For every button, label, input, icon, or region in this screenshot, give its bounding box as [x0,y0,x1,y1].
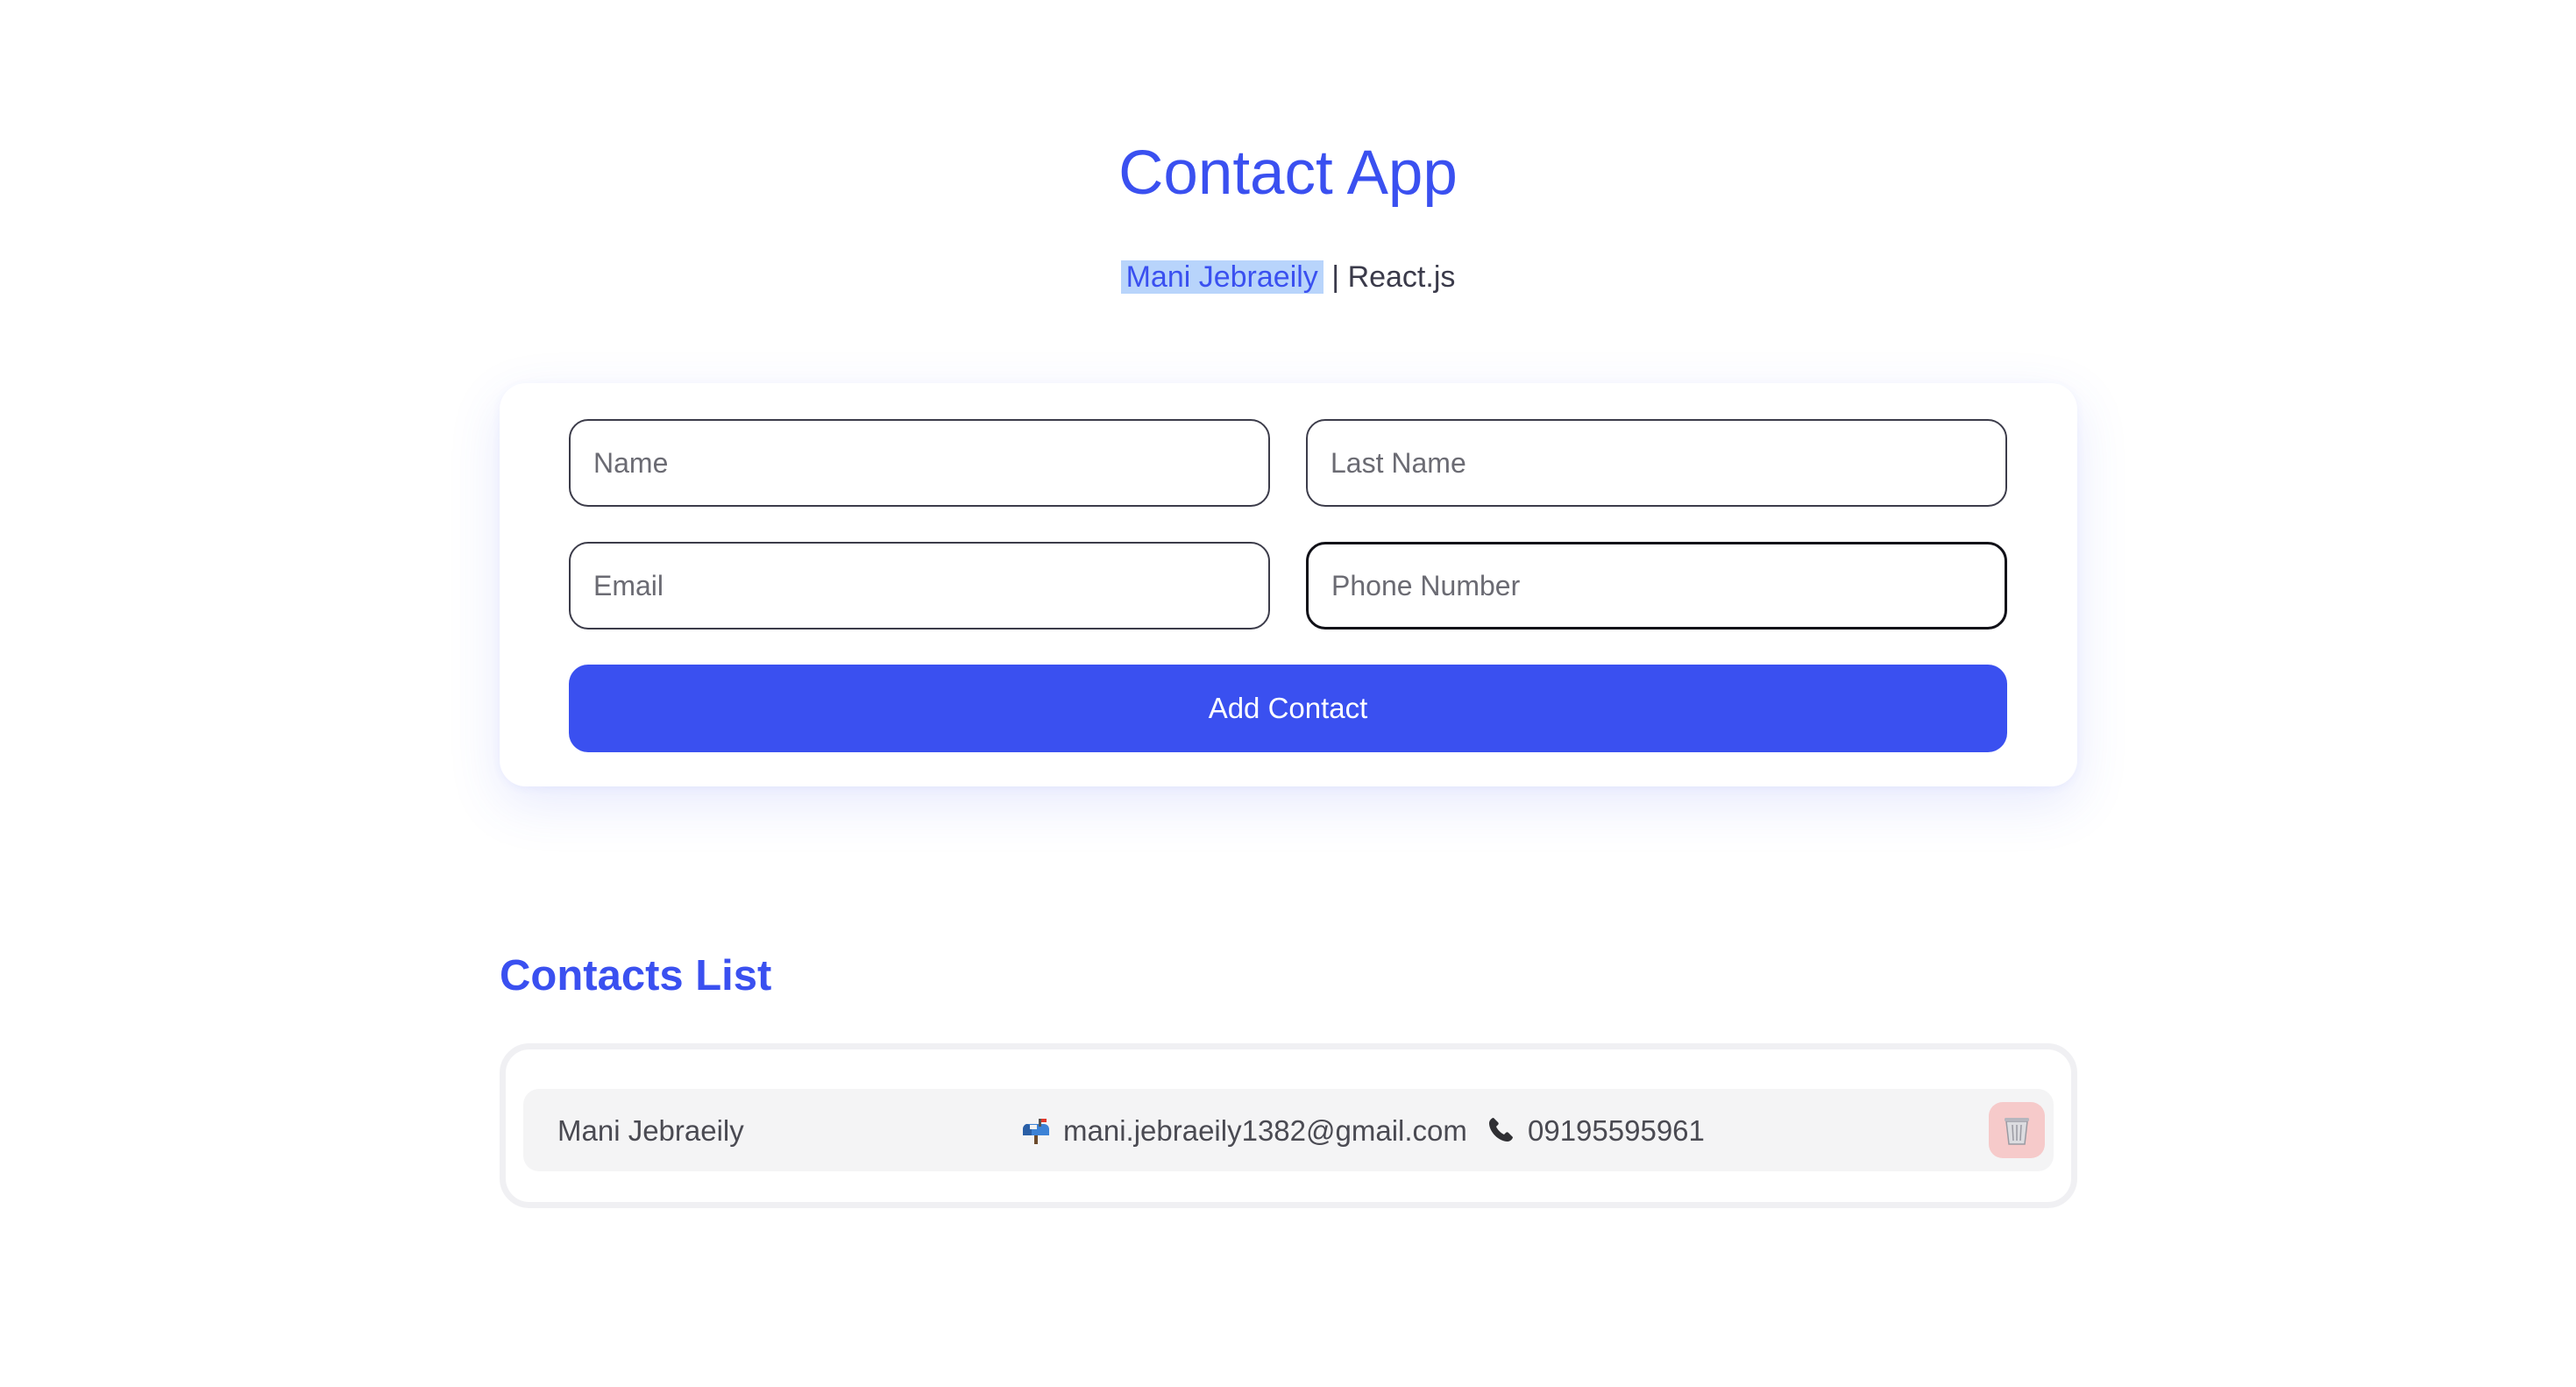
contact-phone: 09195595961 [1528,1114,1705,1147]
contact-app: Contact App Mani Jebraeily | React.js Ad… [0,0,2576,1387]
page-title: Contact App [1118,139,1458,208]
subtitle-separator: | [1331,260,1340,294]
contacts-list-heading: Contacts List [500,952,772,999]
tech-label: React.js [1347,260,1456,294]
last-name-input[interactable] [1306,419,2007,507]
name-input[interactable] [569,419,1270,507]
trash-icon [2005,1118,2029,1145]
add-contact-button[interactable]: Add Contact [569,665,2007,752]
delete-contact-button[interactable] [1989,1102,2045,1158]
email-input[interactable] [569,542,1270,629]
contact-item: Mani Jebraeily mani.jebraeily1382@gmail.… [523,1089,2054,1171]
phone-icon [1489,1118,1513,1142]
contacts-list: Mani Jebraeily mani.jebraeily1382@gmail.… [500,1043,2077,1208]
contact-form: Add Contact [500,383,2077,786]
contact-email: mani.jebraeily1382@gmail.com [1063,1114,1467,1147]
contact-name: Mani Jebraeily [557,1114,744,1147]
mailbox-icon [1023,1119,1049,1144]
author-name: Mani Jebraeily [1120,260,1323,294]
subtitle: Mani Jebraeily | React.js [0,260,2576,295]
phone-number-input[interactable] [1306,542,2007,629]
